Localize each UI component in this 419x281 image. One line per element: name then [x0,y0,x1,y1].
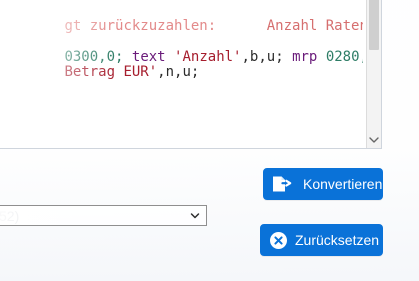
code-line-2: 0300,0; text 'Anzahl',b,u; mrp 0280,0; [0,33,363,65]
code-text-line-1-left: gt zurückzuzahlen: [64,18,217,34]
close-circle-icon [270,231,287,249]
editor-scroll-thumb[interactable] [369,0,379,50]
code-string-betrag: Betrag EUR' [64,64,158,80]
chevron-down-icon[interactable] [190,209,200,221]
code-text-line-1-right: Anzahl Raten: [266,18,363,34]
code-keyword-mrp: mrp [292,49,318,65]
code-args-1: ,b,u; [241,49,284,65]
format-select-value: 52) [0,208,20,224]
code-line-1: gt zurückzuzahlen: Anzahl Raten: [0,2,363,34]
convert-button-label: Konvertieren [303,176,383,192]
code-space-3 [284,49,292,65]
reset-button[interactable]: Zurücksetzen [260,224,383,256]
code-viewport[interactable]: gt zurückzuzahlen: Anzahl Raten: 0300,0;… [0,0,363,148]
convert-button[interactable]: Konvertieren [263,168,383,200]
code-spacer-line-1 [216,18,267,34]
format-select[interactable]: 52) [0,205,207,226]
code-space-4 [317,49,325,65]
screen-background: gt zurückzuzahlen: Anzahl Raten: 0300,0;… [0,0,419,281]
file-export-icon [271,175,295,193]
editor-scrollbar[interactable] [366,0,381,148]
code-number-2: 0280,0; [325,49,363,65]
chevron-down-icon[interactable] [367,133,381,147]
code-args-2: ,n,u; [157,64,200,80]
reset-button-label: Zurücksetzen [295,232,380,248]
code-line-3: Betrag EUR',n,u; [0,48,199,80]
code-editor[interactable]: gt zurückzuzahlen: Anzahl Raten: 0300,0;… [0,0,382,149]
